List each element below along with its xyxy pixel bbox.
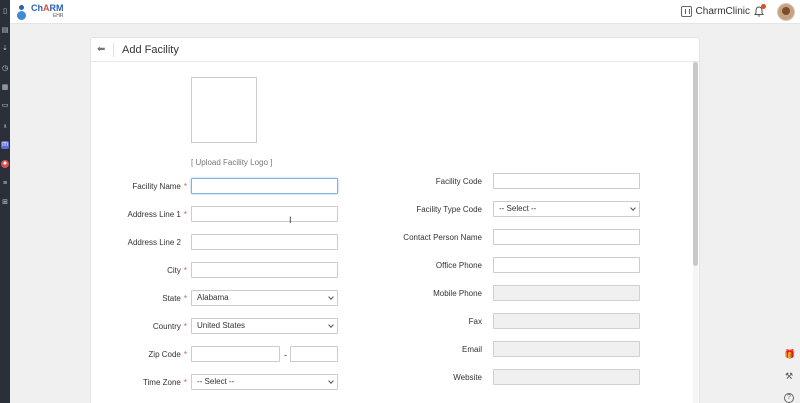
upload-facility-logo-link[interactable]: [ Upload Facility Logo ] — [191, 158, 272, 167]
logo-mark-icon — [16, 4, 28, 20]
state-select[interactable]: Alabama — [191, 290, 338, 306]
website-label: Website — [453, 373, 482, 382]
email-label: Email — [461, 345, 482, 354]
users-icon[interactable]: ᵃ — [1, 124, 9, 132]
building-icon — [680, 6, 692, 17]
notification-badge — [761, 4, 766, 9]
messages-icon[interactable]: m — [1, 141, 9, 149]
country-selected-value: United States — [197, 321, 246, 330]
scrollbar-thumb[interactable] — [693, 62, 698, 266]
fax-input[interactable] — [493, 313, 640, 329]
alert-icon[interactable]: ● — [1, 160, 9, 168]
header-divider — [113, 42, 114, 57]
tools-icon[interactable]: ⚒ — [784, 371, 794, 381]
right-utility-strip — [775, 24, 800, 403]
address-line-2-label: Address Line 2 — [127, 238, 181, 247]
facility-logo-preview[interactable] — [191, 77, 257, 143]
facility-name-label: Facility Name * — [132, 182, 187, 191]
address-line-2-input[interactable] — [191, 234, 338, 250]
country-select[interactable]: United States — [191, 318, 338, 334]
facility-type-code-label: Facility Type Code — [416, 205, 482, 214]
facility-name-input[interactable] — [191, 178, 338, 194]
top-bar: ChARM EHR CharmClinic — [10, 0, 800, 24]
left-sidebar: ▯ ▤ ⇣ ◷ ▦ ▭ ᵃ m ● ≡ ⊞ — [0, 0, 10, 403]
state-selected-value: Alabama — [197, 293, 229, 302]
clinic-name: CharmClinic — [695, 6, 750, 17]
time-zone-selected-value: -- Select -- — [197, 377, 235, 386]
fax-label: Fax — [468, 317, 482, 326]
contact-person-name-input[interactable] — [493, 229, 640, 245]
download-icon[interactable]: ⇣ — [1, 45, 9, 53]
text-cursor-icon: I — [289, 215, 292, 225]
settings-icon[interactable]: ≡ — [1, 180, 9, 188]
mobile-phone-input[interactable] — [493, 285, 640, 301]
time-zone-select[interactable]: -- Select -- — [191, 374, 338, 390]
contact-person-name-label: Contact Person Name — [403, 233, 482, 242]
logo-name: ChARM — [31, 3, 64, 13]
zip-code-label: Zip Code * — [148, 350, 187, 359]
dashboard-icon[interactable]: ▤ — [1, 27, 9, 35]
user-avatar[interactable] — [777, 3, 795, 21]
facility-type-code-selected-value: -- Select -- — [499, 204, 537, 213]
clinic-selector[interactable]: CharmClinic — [680, 6, 750, 17]
gift-icon[interactable]: 🎁 — [784, 349, 795, 359]
menu-icon[interactable]: ▯ — [1, 8, 9, 16]
state-label: State * — [162, 294, 187, 303]
charm-ehr-logo[interactable]: ChARM EHR — [16, 3, 64, 21]
country-label: Country * — [152, 322, 187, 331]
logo-sub: EHR — [52, 13, 64, 19]
mobile-phone-label: Mobile Phone — [433, 289, 482, 298]
clock-icon[interactable]: ◷ — [1, 65, 9, 73]
address-line-1-input[interactable] — [191, 206, 338, 222]
card-icon[interactable]: ▭ — [1, 102, 9, 110]
bell-icon[interactable] — [754, 4, 766, 17]
office-phone-label: Office Phone — [435, 261, 482, 270]
zip-extension-input[interactable] — [290, 346, 338, 362]
city-input[interactable] — [191, 262, 338, 278]
time-zone-label: Time Zone * — [142, 378, 187, 387]
zip-separator: - — [284, 350, 287, 360]
address-line-1-label: Address Line 1 * — [127, 210, 188, 219]
arrow-left-icon[interactable]: ⬅ — [97, 44, 107, 55]
page-title: Add Facility — [122, 43, 179, 56]
office-phone-input[interactable] — [493, 257, 640, 273]
website-input[interactable] — [493, 369, 640, 385]
facility-code-label: Facility Code — [435, 177, 482, 186]
city-label: City * — [167, 266, 187, 275]
help-icon[interactable]: ? — [784, 393, 794, 403]
list-icon[interactable]: ▦ — [1, 84, 9, 92]
add-icon[interactable]: ⊞ — [1, 199, 9, 207]
email-input[interactable] — [493, 341, 640, 357]
facility-code-input[interactable] — [493, 173, 640, 189]
zip-code-input[interactable] — [191, 346, 280, 362]
panel-header: ⬅ Add Facility — [91, 38, 699, 62]
facility-type-code-select[interactable]: -- Select -- — [493, 201, 640, 217]
